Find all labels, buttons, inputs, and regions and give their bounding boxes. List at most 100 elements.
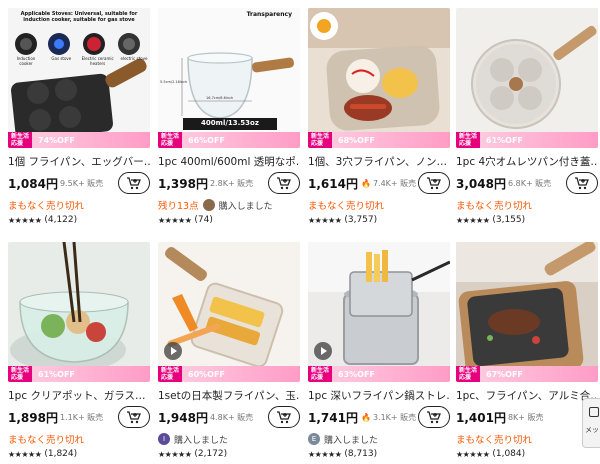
cart-icon — [127, 411, 141, 424]
product-image[interactable]: 新生活 応援 61%OFF — [456, 8, 598, 148]
star-rating-icon: ★★★★★ — [158, 449, 192, 459]
review-count: (1,824) — [44, 449, 78, 459]
product-title[interactable]: 1pc クリアポット、ガラス… — [8, 388, 150, 403]
sold-count: 6.8K+ 販売 — [507, 178, 552, 188]
review-count: (3,757) — [344, 215, 378, 225]
promo-banner: 新生活 応援 66%OFF — [158, 132, 300, 148]
promo-badge: 新生活 応援 — [158, 366, 183, 382]
rating: ★★★★★ (8,713) — [308, 449, 450, 459]
add-to-cart-button[interactable] — [118, 172, 150, 194]
promo-banner: 新生活 応援 63%OFF — [308, 366, 450, 382]
discount-label: 67%OFF — [486, 369, 523, 379]
product-card[interactable]: 新生活 応援 61%OFF 1pc 4穴オムレツパン付き蓋… 3,048円 6.8… — [456, 8, 598, 225]
product-title[interactable]: 1setの日本製フライパン、玉… — [158, 388, 300, 403]
product-price: 1,948円 — [158, 410, 208, 425]
discount-label: 61%OFF — [486, 135, 523, 145]
image-caption: 400ml/13.53oz — [201, 119, 259, 127]
buyer-avatar — [202, 199, 215, 211]
video-play-icon[interactable] — [314, 342, 332, 360]
product-price: 1,398円 — [158, 176, 208, 191]
product-price: 1,898円 — [8, 410, 58, 425]
fire-icon: 🔥 — [360, 178, 371, 188]
message-side-tab[interactable]: メッ — [582, 398, 600, 448]
product-card[interactable]: 新生活 応援 61%OFF 1pc クリアポット、ガラス… 1,898円 1.1K… — [8, 242, 150, 459]
buyer-text: 購入しました — [324, 435, 379, 446]
stock-status: まもなく売り切れ — [456, 201, 533, 212]
product-card[interactable]: 新生活 応援 67%OFF 1pc、フライパン、アルミ合… 1,401円 8K+ … — [456, 242, 598, 459]
product-title[interactable]: 1pc 400ml/600ml 透明なポ… — [158, 154, 300, 169]
product-price: 1,741円 — [308, 410, 358, 425]
product-title[interactable]: 1個、3穴フライパン、ノン… — [308, 154, 450, 169]
cart-icon — [575, 177, 589, 190]
star-rating-icon: ★★★★★ — [456, 449, 490, 459]
image-label: Gas stove — [51, 56, 72, 61]
product-price: 3,048円 — [456, 176, 506, 191]
product-image[interactable]: 新生活 応援 61%OFF — [8, 242, 150, 382]
product-price: 1,401円 — [456, 410, 506, 425]
star-rating-icon: ★★★★★ — [456, 215, 490, 225]
promo-badge: 新生活 応援 — [8, 132, 33, 148]
image-label: Induction cooker — [16, 56, 36, 66]
star-rating-icon: ★★★★★ — [158, 215, 192, 225]
product-image[interactable]: 新生活 応援 60%OFF — [158, 242, 300, 382]
promo-badge: 新生活 応援 — [8, 366, 33, 382]
product-card[interactable]: 新生活 応援 68%OFF 1個、3穴フライパン、ノン… 1,614円 🔥 7.4… — [308, 8, 450, 225]
add-to-cart-button[interactable] — [118, 406, 150, 428]
discount-label: 68%OFF — [338, 135, 375, 145]
promo-badge: 新生活 応援 — [158, 132, 183, 148]
product-title[interactable]: 1pc 深いフライパン鍋ストレ… — [308, 388, 450, 403]
product-card[interactable]: Transparency 5.5cm/2.16inch 16.7cm/6.6in… — [158, 8, 300, 225]
sold-count: 1.1K+ 販売 — [59, 412, 104, 422]
buyer-avatar: I — [158, 433, 170, 445]
sold-count: 3.1K+ 販売 — [372, 412, 417, 422]
rating: ★★★★★ (2,172) — [158, 449, 300, 459]
add-to-cart-button[interactable] — [268, 406, 300, 428]
stock-status: まもなく売り切れ — [308, 201, 385, 212]
cart-icon — [427, 177, 441, 190]
discount-label: 74%OFF — [38, 135, 75, 145]
sold-count: 9.5K+ 販売 — [59, 178, 104, 188]
add-to-cart-button[interactable] — [566, 172, 598, 194]
rating: ★★★★★ (1,084) — [456, 449, 598, 459]
product-image[interactable]: 新生活 応援 67%OFF — [456, 242, 598, 382]
promo-banner: 新生活 応援 61%OFF — [456, 132, 598, 148]
star-rating-icon: ★★★★★ — [8, 449, 42, 459]
stock-status: 残り13点 — [158, 201, 199, 212]
sold-count: 2.8K+ 販売 — [209, 178, 254, 188]
buyer-row: I 購入しました — [158, 432, 300, 446]
promo-badge: 新生活 応援 — [456, 366, 481, 382]
message-icon — [589, 407, 599, 417]
product-title[interactable]: 1pc 4穴オムレツパン付き蓋… — [456, 154, 598, 169]
review-count: (8,713) — [344, 449, 378, 459]
buyer-text: 購入しました — [174, 435, 229, 446]
cart-icon — [127, 177, 141, 190]
add-to-cart-button[interactable] — [418, 406, 450, 428]
buyer-text: 購入しました — [218, 201, 273, 212]
product-card[interactable]: Applicable Stoves: Universal, suitable f… — [8, 8, 150, 225]
video-play-icon[interactable] — [164, 342, 182, 360]
image-caption-stoves: Applicable Stoves: Universal, suitable f… — [20, 11, 138, 23]
product-image[interactable]: 新生活 応援 68%OFF — [308, 8, 450, 148]
product-image[interactable]: 新生活 応援 63%OFF — [308, 242, 450, 382]
rating: ★★★★★ (3,757) — [308, 215, 450, 225]
buyer-avatar: E — [308, 433, 320, 445]
promo-banner: 新生活 応援 74%OFF — [8, 132, 150, 148]
add-to-cart-button[interactable] — [268, 172, 300, 194]
add-to-cart-button[interactable] — [418, 172, 450, 194]
discount-label: 66%OFF — [188, 135, 225, 145]
product-card[interactable]: 新生活 応援 63%OFF 1pc 深いフライパン鍋ストレ… 1,741円 🔥 3… — [308, 242, 450, 459]
discount-label: 61%OFF — [38, 369, 75, 379]
sold-count: 7.4K+ 販売 — [372, 178, 417, 188]
product-title[interactable]: 1個 フライパン、エッグバー… — [8, 154, 150, 169]
discount-label: 63%OFF — [338, 369, 375, 379]
product-card[interactable]: 新生活 応援 60%OFF 1setの日本製フライパン、玉… 1,948円 4.8… — [158, 242, 300, 459]
review-count: (4,122) — [44, 215, 78, 225]
image-dimension-label: 16.7cm/6.6inch — [206, 96, 234, 100]
rating: ★★★★★ (4,122) — [8, 215, 150, 225]
product-image[interactable]: Applicable Stoves: Universal, suitable f… — [8, 8, 150, 148]
product-title[interactable]: 1pc、フライパン、アルミ合… — [456, 388, 598, 403]
rating: ★★★★★ (3,155) — [456, 215, 598, 225]
rating: ★★★★★ (1,824) — [8, 449, 150, 459]
product-image[interactable]: Transparency 5.5cm/2.16inch 16.7cm/6.6in… — [158, 8, 300, 148]
cart-icon — [427, 411, 441, 424]
